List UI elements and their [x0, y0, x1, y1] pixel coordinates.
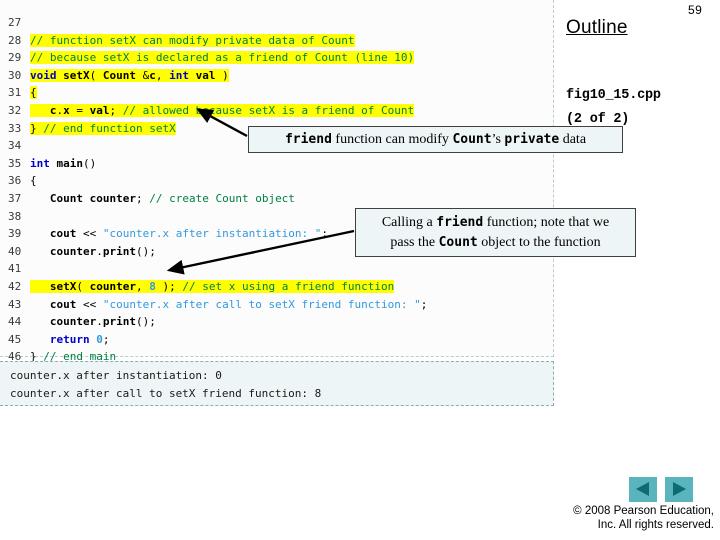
callout-text-private-keyword: private [504, 131, 560, 147]
outline-file-part: (2 of 2) [566, 112, 630, 127]
callout-friend-modifies-private: friend function can modify Count’s priva… [248, 126, 623, 153]
callout-calling-friend-function: Calling a friend function; note that we … [355, 208, 636, 257]
copyright-line-1: © 2008 Pearson Education, [573, 505, 714, 517]
callout2-line1-suffix: function; note that we [483, 214, 610, 230]
triangle-right-icon [673, 482, 686, 496]
callout-text-data: data [559, 131, 587, 147]
callout2-line2-suffix: object to the function [477, 234, 601, 250]
callout2-line2-prefix: pass the [390, 234, 439, 250]
outline-file-name: fig10_15.cpp [566, 88, 661, 103]
triangle-left-icon [636, 482, 649, 496]
callout2-friend-keyword: friend [436, 214, 484, 230]
copyright-notice: © 2008 Pearson Education, Inc. All right… [420, 504, 714, 532]
program-output-text: counter.x after instantiation: 0 counter… [10, 369, 322, 400]
callout-text-friend-keyword: friend [284, 131, 332, 147]
previous-slide-button[interactable] [629, 477, 657, 502]
presentation-slide: 59 Outline fig10_15.cpp (2 of 2) 27 28//… [0, 0, 720, 540]
callout2-line1-prefix: Calling a [381, 214, 437, 230]
callout-text-fragment: function can modify [331, 131, 453, 147]
callout-text-possessive: ’s [491, 131, 505, 147]
copyright-line-2: Inc. All rights reserved. [597, 519, 714, 531]
code-listing-panel: 27 28// function setX can modify private… [0, 0, 554, 363]
program-output-panel: counter.x after instantiation: 0 counter… [0, 361, 554, 406]
slide-navigation [629, 477, 693, 502]
callout2-count-keyword: Count [438, 234, 478, 250]
page-number: 59 [688, 3, 703, 17]
outline-heading: Outline [566, 17, 628, 38]
callout-text-count-keyword: Count [452, 131, 492, 147]
code-listing: 27 28// function setX can modify private… [8, 16, 428, 364]
next-slide-button[interactable] [665, 477, 693, 502]
